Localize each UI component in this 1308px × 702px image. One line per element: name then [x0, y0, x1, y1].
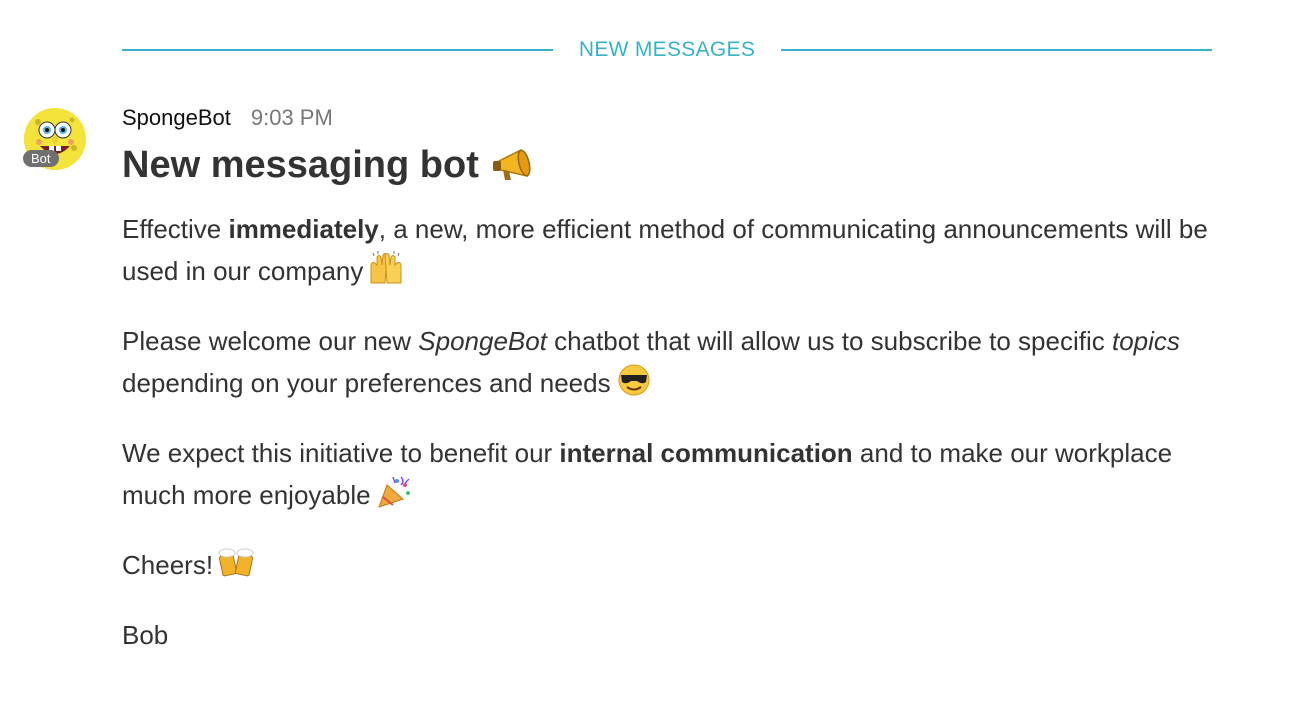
divider-line-left: [122, 49, 553, 51]
paragraph2-text-1: Please welcome our new: [122, 326, 419, 356]
paragraph1-text-1: Effective: [122, 214, 229, 244]
divider-line-right: [781, 49, 1213, 51]
message-timestamp[interactable]: 9:03 PM: [251, 100, 333, 136]
chat-view: NEW MESSAGES Bot SpongeBot 9:03 PM New m…: [0, 0, 1308, 702]
new-messages-divider: NEW MESSAGES: [122, 36, 1213, 64]
paragraph3-bold: internal communication: [559, 438, 853, 468]
beer-mugs-icon: [217, 545, 255, 579]
message-meta: SpongeBot 9:03 PM: [122, 100, 1212, 136]
message-heading: New messaging bot: [122, 142, 1212, 188]
paragraph-cheers: Cheers!: [122, 544, 1212, 586]
paragraph3-text-1: We expect this initiative to benefit our: [122, 438, 560, 468]
paragraph2-text-3: depending on your preferences and needs: [122, 368, 611, 398]
paragraph2-italic-2: topics: [1111, 326, 1180, 356]
bot-badge: Bot: [23, 150, 59, 167]
cheers-text: Cheers!: [122, 550, 214, 580]
heading-text: New messaging bot: [122, 144, 479, 186]
megaphone-icon: [492, 148, 531, 180]
avatar[interactable]: Bot: [23, 108, 86, 170]
sender-name[interactable]: SpongeBot: [122, 100, 231, 136]
paragraph2-text-2: chatbot that will allow us to subscribe …: [546, 326, 1112, 356]
paragraph1-bold: immediately: [228, 214, 379, 244]
party-popper-icon: [375, 475, 413, 509]
new-messages-label: NEW MESSAGES: [578, 38, 756, 61]
paragraph-announcement: Effective immediately, a new, more effic…: [122, 208, 1212, 292]
message: SpongeBot 9:03 PM New messaging bot Effe…: [122, 100, 1212, 656]
paragraph2-italic-1: SpongeBot: [418, 326, 547, 356]
signature: Bob: [122, 620, 169, 650]
paragraph-welcome: Please welcome our new SpongeBot chatbot…: [122, 320, 1212, 404]
paragraph-initiative: We expect this initiative to benefit our…: [122, 432, 1212, 516]
sunglasses-face-icon: [615, 363, 653, 397]
raised-hands-icon: [367, 251, 405, 285]
